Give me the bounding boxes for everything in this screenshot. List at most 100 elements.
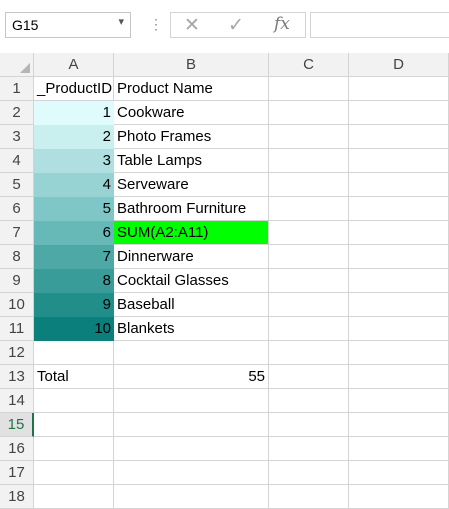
cell-a5[interactable]: 4 xyxy=(34,173,114,197)
cell-d1[interactable] xyxy=(349,77,449,101)
cell-c12[interactable] xyxy=(269,341,349,365)
checkmark-icon[interactable]: ✓ xyxy=(228,14,244,37)
cell-c5[interactable] xyxy=(269,173,349,197)
row-header-1[interactable]: 1 xyxy=(0,77,34,101)
row-header-10[interactable]: 10 xyxy=(0,293,34,317)
cell-b3[interactable]: Photo Frames xyxy=(114,125,269,149)
cell-d9[interactable] xyxy=(349,269,449,293)
cell-a6[interactable]: 5 xyxy=(34,197,114,221)
cell-d18[interactable] xyxy=(349,485,449,509)
row-header-8[interactable]: 8 xyxy=(0,245,34,269)
cell-d8[interactable] xyxy=(349,245,449,269)
cell-d3[interactable] xyxy=(349,125,449,149)
cell-d6[interactable] xyxy=(349,197,449,221)
cell-a12[interactable] xyxy=(34,341,114,365)
row-header-5[interactable]: 5 xyxy=(0,173,34,197)
cell-a16[interactable] xyxy=(34,437,114,461)
cell-a10[interactable]: 9 xyxy=(34,293,114,317)
row-header-13[interactable]: 13 xyxy=(0,365,34,389)
cell-c8[interactable] xyxy=(269,245,349,269)
cell-b1[interactable]: Product Name xyxy=(114,77,269,101)
cell-d17[interactable] xyxy=(349,461,449,485)
chevron-down-icon[interactable]: ▾ xyxy=(118,15,124,28)
cell-d11[interactable] xyxy=(349,317,449,341)
select-all-button[interactable] xyxy=(0,53,34,77)
cell-d13[interactable] xyxy=(349,365,449,389)
cell-c14[interactable] xyxy=(269,389,349,413)
column-header-b[interactable]: B xyxy=(114,53,269,77)
cell-c11[interactable] xyxy=(269,317,349,341)
cell-a11[interactable]: 10 xyxy=(34,317,114,341)
row-header-14[interactable]: 14 xyxy=(0,389,34,413)
cell-c13[interactable] xyxy=(269,365,349,389)
cell-b11[interactable]: Blankets xyxy=(114,317,269,341)
cell-b5[interactable]: Serveware xyxy=(114,173,269,197)
row-header-3[interactable]: 3 xyxy=(0,125,34,149)
cell-c17[interactable] xyxy=(269,461,349,485)
cell-a9[interactable]: 8 xyxy=(34,269,114,293)
cell-c6[interactable] xyxy=(269,197,349,221)
cell-a2[interactable]: 1 xyxy=(34,101,114,125)
cell-d14[interactable] xyxy=(349,389,449,413)
cell-c1[interactable] xyxy=(269,77,349,101)
row-header-2[interactable]: 2 xyxy=(0,101,34,125)
cell-b16[interactable] xyxy=(114,437,269,461)
cell-b18[interactable] xyxy=(114,485,269,509)
row-header-9[interactable]: 9 xyxy=(0,269,34,293)
row-header-7[interactable]: 7 xyxy=(0,221,34,245)
cell-d12[interactable] xyxy=(349,341,449,365)
cell-b7[interactable]: SUM(A2:A11) xyxy=(114,221,269,245)
cell-a7[interactable]: 6 xyxy=(34,221,114,245)
vertical-dots-icon[interactable]: ⋮ xyxy=(149,14,163,34)
cell-a15[interactable] xyxy=(34,413,114,437)
cell-d4[interactable] xyxy=(349,149,449,173)
cell-a4[interactable]: 3 xyxy=(34,149,114,173)
cell-d16[interactable] xyxy=(349,437,449,461)
cell-a18[interactable] xyxy=(34,485,114,509)
column-header-d[interactable]: D xyxy=(349,53,449,77)
cell-c4[interactable] xyxy=(269,149,349,173)
cell-c10[interactable] xyxy=(269,293,349,317)
cell-d2[interactable] xyxy=(349,101,449,125)
row-header-12[interactable]: 12 xyxy=(0,341,34,365)
cell-a13[interactable]: Total xyxy=(34,365,114,389)
column-header-a[interactable]: A xyxy=(34,53,114,77)
cancel-icon[interactable]: ✕ xyxy=(184,14,200,37)
name-box[interactable]: G15 ▾ xyxy=(5,12,131,38)
cell-c18[interactable] xyxy=(269,485,349,509)
cell-b8[interactable]: Dinnerware xyxy=(114,245,269,269)
cell-b12[interactable] xyxy=(114,341,269,365)
row-header-4[interactable]: 4 xyxy=(0,149,34,173)
cell-b15[interactable] xyxy=(114,413,269,437)
cell-a14[interactable] xyxy=(34,389,114,413)
row-header-18[interactable]: 18 xyxy=(0,485,34,509)
cell-b4[interactable]: Table Lamps xyxy=(114,149,269,173)
cell-b2[interactable]: Cookware xyxy=(114,101,269,125)
insert-function-icon[interactable]: fx xyxy=(274,14,290,34)
cell-a17[interactable] xyxy=(34,461,114,485)
cell-d10[interactable] xyxy=(349,293,449,317)
cell-c9[interactable] xyxy=(269,269,349,293)
cell-b14[interactable] xyxy=(114,389,269,413)
cell-c2[interactable] xyxy=(269,101,349,125)
row-header-16[interactable]: 16 xyxy=(0,437,34,461)
cell-c15[interactable] xyxy=(269,413,349,437)
cell-c16[interactable] xyxy=(269,437,349,461)
cell-b17[interactable] xyxy=(114,461,269,485)
cell-c3[interactable] xyxy=(269,125,349,149)
column-header-c[interactable]: C xyxy=(269,53,349,77)
row-header-6[interactable]: 6 xyxy=(0,197,34,221)
cell-d5[interactable] xyxy=(349,173,449,197)
cell-a1[interactable]: _ProductID xyxy=(34,77,114,101)
cell-a8[interactable]: 7 xyxy=(34,245,114,269)
row-header-11[interactable]: 11 xyxy=(0,317,34,341)
cell-b10[interactable]: Baseball xyxy=(114,293,269,317)
cell-a3[interactable]: 2 xyxy=(34,125,114,149)
cell-b13[interactable]: 55 xyxy=(114,365,269,389)
cell-d15[interactable] xyxy=(349,413,449,437)
cell-c7[interactable] xyxy=(269,221,349,245)
row-header-15[interactable]: 15 xyxy=(0,413,34,437)
cell-b9[interactable]: Cocktail Glasses xyxy=(114,269,269,293)
formula-input[interactable] xyxy=(310,12,449,38)
cell-d7[interactable] xyxy=(349,221,449,245)
